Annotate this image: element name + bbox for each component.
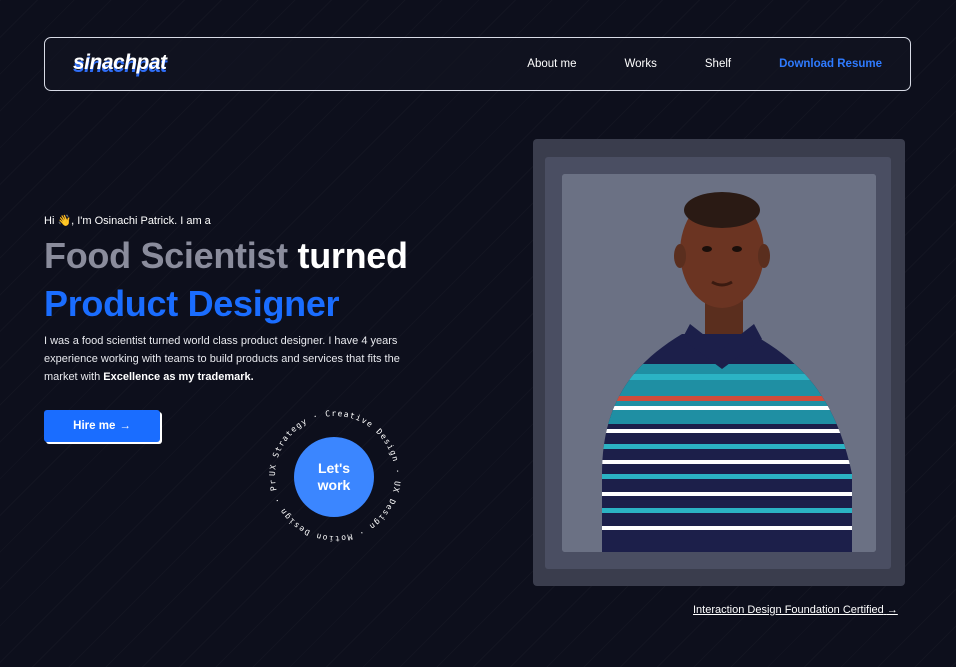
nav-about-me[interactable]: About me (527, 58, 576, 70)
nav-works[interactable]: Works (625, 58, 657, 70)
headline-white: turned (297, 235, 409, 276)
lets-work-line1: Let's (317, 460, 351, 476)
portrait-frame (533, 139, 905, 586)
headline-muted: Food Scientist (44, 235, 288, 276)
logo[interactable]: sinachpat (73, 51, 167, 75)
bio-paragraph: I was a food scientist turned world clas… (44, 332, 434, 386)
portrait-mat (545, 157, 891, 569)
hero-headline: Food Scientist turned Product Designer (44, 232, 408, 328)
certification-label: Interaction Design Foundation Certified (693, 604, 884, 616)
arrow-right-icon: → (119, 420, 131, 432)
arrow-right-icon: → (886, 604, 898, 616)
headline-blue: Product Designer (44, 283, 340, 324)
nav-links: About me Works Shelf Download Resume (479, 38, 882, 90)
lets-work-badge[interactable]: UX Strategy · Creative Design · UX Desig… (264, 401, 403, 544)
hire-me-label: Hire me (73, 420, 116, 432)
download-resume-link[interactable]: Download Resume (779, 58, 882, 70)
bio-bold: Excellence as my trademark. (103, 371, 254, 383)
portrait-photo (562, 174, 876, 552)
greeting-text: Hi 👋, I'm Osinachi Patrick. I am a (44, 215, 211, 227)
lets-work-line2: work (317, 477, 351, 493)
hire-me-button[interactable]: Hire me → (44, 410, 160, 442)
nav-shelf[interactable]: Shelf (705, 58, 731, 70)
top-navbar: sinachpat About me Works Shelf Download … (44, 37, 911, 91)
lets-work-button[interactable]: Let's work (294, 437, 374, 517)
certification-link[interactable]: Interaction Design Foundation Certified … (693, 604, 898, 616)
portrait-illustration (562, 174, 876, 552)
